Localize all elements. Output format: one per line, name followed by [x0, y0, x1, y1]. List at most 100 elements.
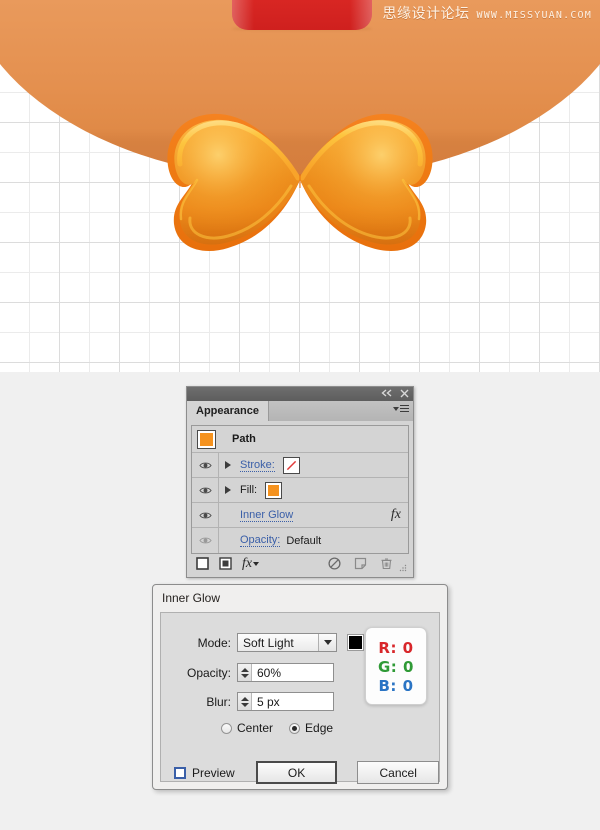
illustration-canvas[interactable]: 思缘设计论坛 WWW.MISSYUAN.COM — [0, 0, 600, 372]
appearance-row-fill[interactable]: Fill: — [192, 478, 408, 503]
appearance-rows: Path Stroke: Fill: Inner Glow fx Opacity… — [191, 425, 409, 554]
eye-icon-dimmed — [198, 537, 212, 544]
dialog-title: Inner Glow — [162, 591, 221, 605]
panel-footer: fx — [191, 554, 409, 573]
blend-mode-value: Soft Light — [243, 635, 294, 650]
radio-center-label: Center — [237, 721, 274, 735]
stepper-up-icon[interactable] — [240, 667, 249, 672]
fill-label-cell: Fill: — [237, 481, 408, 499]
rgb-blue-value: B: 0 — [378, 676, 414, 695]
stepper-down-icon[interactable] — [240, 673, 249, 678]
preview-checkbox[interactable]: Preview — [174, 766, 235, 780]
resize-grip-icon[interactable] — [399, 563, 407, 572]
visibility-toggle-inner-glow[interactable] — [192, 503, 219, 527]
visibility-toggle-opacity[interactable] — [192, 528, 219, 553]
appearance-panel[interactable]: Appearance Path Stroke: Fill: Inner Glow… — [186, 386, 414, 578]
panel-body: Path Stroke: Fill: Inner Glow fx Opacity… — [187, 421, 413, 577]
fill-color-swatch[interactable] — [265, 481, 283, 499]
appearance-row-stroke[interactable]: Stroke: — [192, 453, 408, 478]
inner-glow-label-cell: Inner Glow — [237, 509, 391, 522]
stroke-label-cell: Stroke: — [237, 456, 408, 474]
opacity-value: Default — [286, 534, 322, 547]
inner-glow-label[interactable]: Inner Glow — [240, 509, 294, 522]
blend-mode-select[interactable]: Soft Light — [237, 633, 337, 652]
ok-button[interactable]: OK — [255, 761, 338, 784]
opacity-value[interactable]: 60% — [252, 664, 333, 681]
hamburger-icon — [400, 405, 409, 412]
appearance-row-opacity[interactable]: Opacity: Default — [192, 528, 408, 553]
visibility-toggle-fill[interactable] — [192, 478, 219, 502]
hat-highlight-right — [350, 0, 372, 30]
opacity-field[interactable]: 60% — [237, 663, 334, 682]
app-window: 思缘设计论坛 WWW.MISSYUAN.COM Appearance Path … — [0, 0, 600, 830]
hat-highlight-left — [232, 0, 254, 30]
dialog-button-row: Preview OK Cancel — [161, 761, 439, 784]
fx-icon[interactable]: fx — [391, 507, 408, 523]
glow-color-swatch[interactable] — [347, 634, 364, 651]
triangle-right-icon — [225, 486, 231, 494]
double-chevron-left-icon — [381, 389, 392, 397]
panel-menu-icon[interactable] — [393, 405, 409, 412]
close-icon[interactable] — [400, 389, 409, 400]
opacity-label[interactable]: Opacity: — [240, 534, 281, 547]
new-fill-icon[interactable] — [219, 557, 232, 570]
tab-appearance[interactable]: Appearance — [187, 401, 269, 421]
preview-label: Preview — [192, 765, 235, 780]
rgb-readout: R: 0 G: 0 B: 0 — [365, 627, 427, 705]
no-color-icon — [285, 459, 297, 471]
radio-edge-button[interactable] — [289, 722, 301, 734]
tab-appearance-label: Appearance — [196, 405, 259, 417]
stepper-up-icon[interactable] — [240, 696, 249, 701]
cancel-button-label: Cancel — [379, 765, 417, 780]
opacity-label-cell: Opacity: Default — [237, 534, 408, 547]
opacity-label: Opacity: — [186, 665, 231, 680]
fill-swatch-color — [268, 484, 280, 496]
eye-icon — [198, 487, 212, 493]
eye-icon — [198, 512, 212, 518]
panel-footer-right — [328, 557, 393, 570]
triangle-right-icon — [225, 461, 231, 469]
red-hat-shape[interactable] — [232, 0, 372, 30]
duplicate-item-icon[interactable] — [354, 557, 367, 570]
dialog-content: Mode: Soft Light Opacity: 60% Blur: 5 px… — [160, 612, 440, 784]
path-swatch-color — [200, 432, 213, 446]
ok-button-label: OK — [287, 765, 306, 780]
blur-field[interactable]: 5 px — [237, 692, 334, 711]
delete-item-icon[interactable] — [380, 557, 393, 570]
path-fill-swatch[interactable] — [197, 429, 216, 449]
stepper-down-icon[interactable] — [240, 702, 249, 707]
expand-arrow-stroke[interactable] — [219, 461, 237, 469]
path-label: Path — [232, 433, 256, 445]
cancel-button[interactable]: Cancel — [357, 761, 439, 784]
radio-center[interactable]: Center — [221, 721, 273, 735]
appearance-row-inner-glow[interactable]: Inner Glow fx — [192, 503, 408, 528]
radio-edge[interactable]: Edge — [289, 721, 333, 735]
bow-tie-artwork[interactable] — [150, 100, 450, 260]
collapse-icon[interactable] — [381, 389, 393, 399]
clear-appearance-icon[interactable] — [328, 557, 341, 570]
add-effect-icon[interactable]: fx — [242, 556, 260, 572]
panel-tab-row[interactable]: Appearance — [187, 401, 413, 421]
bow-wing-left — [167, 113, 301, 251]
close-x-icon — [400, 389, 409, 397]
eye-icon — [198, 462, 212, 468]
stroke-color-swatch[interactable] — [282, 456, 300, 474]
inner-glow-dialog[interactable]: Inner Glow Mode: Soft Light Opacity: 60%… — [152, 584, 448, 790]
blur-stepper[interactable] — [238, 693, 252, 710]
panel-titlebar[interactable] — [187, 387, 413, 401]
mode-label: Mode: — [197, 635, 231, 650]
blur-label: Blur: — [206, 694, 231, 709]
radio-edge-label: Edge — [305, 721, 334, 735]
expand-arrow-fill[interactable] — [219, 486, 237, 494]
blur-value[interactable]: 5 px — [252, 693, 333, 710]
stroke-label[interactable]: Stroke: — [240, 459, 275, 472]
appearance-row-path[interactable]: Path — [192, 426, 408, 453]
chevron-down-icon[interactable] — [318, 634, 336, 651]
visibility-toggle-stroke[interactable] — [192, 453, 219, 477]
preview-checkbox-box[interactable] — [174, 766, 186, 779]
radio-center-button[interactable] — [221, 722, 232, 734]
rgb-green-value: G: 0 — [378, 657, 414, 676]
new-stroke-icon[interactable] — [196, 557, 209, 570]
opacity-stepper[interactable] — [238, 664, 252, 681]
rgb-red-value: R: 0 — [378, 638, 414, 657]
